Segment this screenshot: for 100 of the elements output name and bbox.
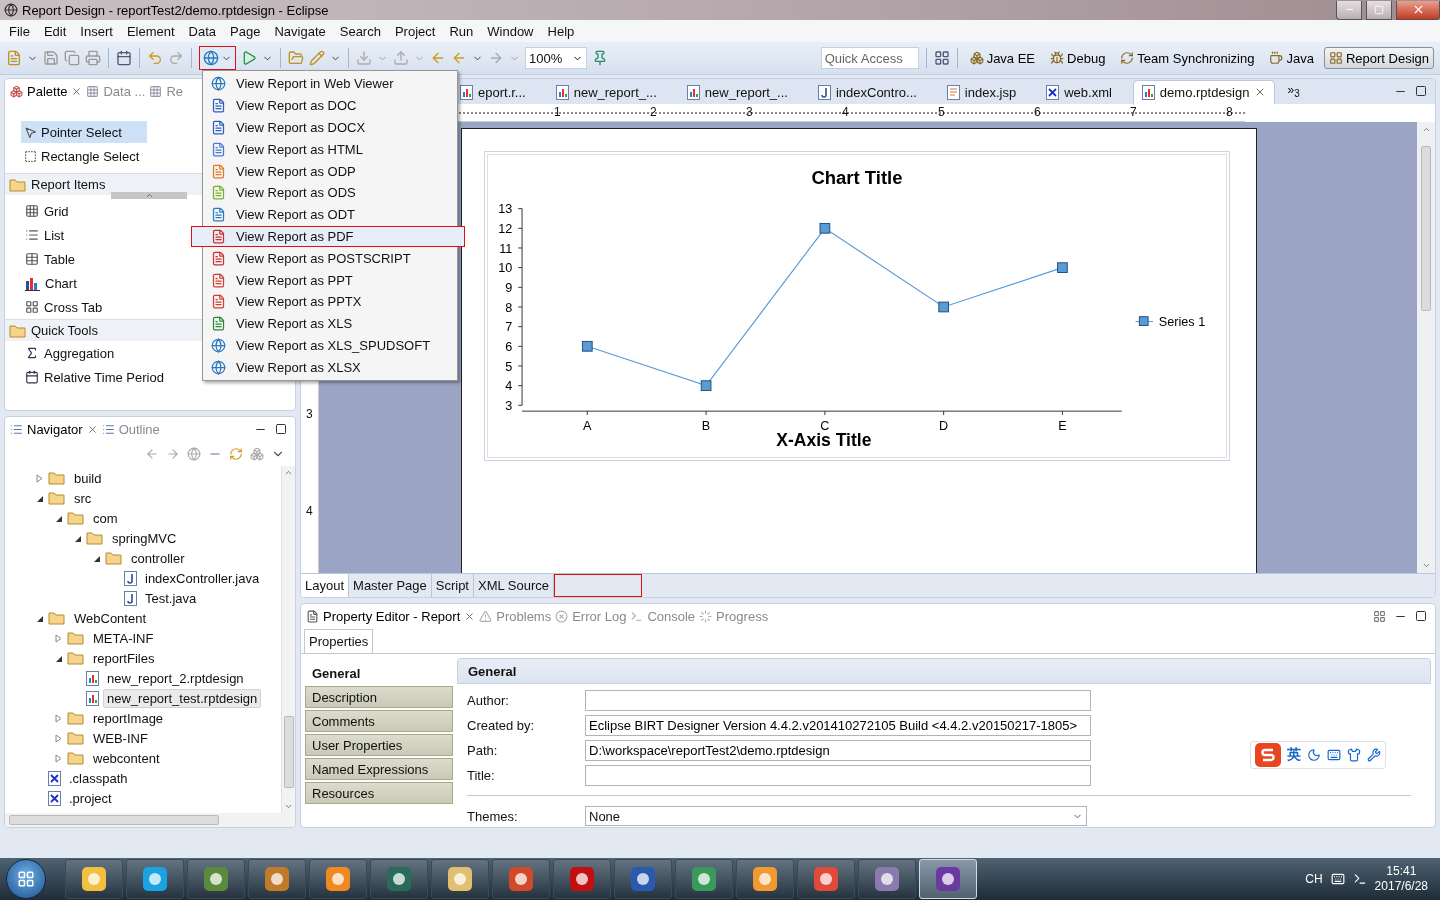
tree-item[interactable]: src bbox=[70, 488, 96, 508]
layout-icon[interactable] bbox=[1373, 610, 1386, 623]
back-icon[interactable] bbox=[145, 447, 159, 461]
editor-tab[interactable]: web.xml bbox=[1037, 79, 1121, 104]
editor-page-tab[interactable]: Layout bbox=[301, 574, 350, 597]
close-icon[interactable] bbox=[464, 611, 476, 622]
start-button[interactable] bbox=[6, 859, 46, 899]
tree-item[interactable]: META-INF bbox=[89, 628, 158, 648]
quick-access-field[interactable]: Quick Access bbox=[820, 47, 919, 69]
taskbar-app[interactable] bbox=[492, 859, 550, 899]
menu-item[interactable]: View Report as XLSX bbox=[205, 356, 455, 379]
menu-item[interactable]: Run bbox=[442, 23, 481, 39]
tree-item[interactable]: WEB-INF bbox=[89, 728, 152, 748]
editor-tab[interactable]: index.jsp bbox=[937, 79, 1026, 104]
menu-item[interactable]: View Report as DOCX bbox=[205, 116, 455, 139]
run-report-button[interactable] bbox=[199, 46, 236, 70]
tree-item[interactable]: controller bbox=[127, 548, 189, 568]
perspective-button[interactable]: Java bbox=[1264, 47, 1319, 69]
perspective-button[interactable]: Report Design bbox=[1323, 47, 1434, 69]
view-tab[interactable]: Error Log bbox=[553, 604, 629, 629]
category-item[interactable]: Comments bbox=[305, 710, 453, 732]
perspective-button[interactable]: Debug bbox=[1045, 47, 1111, 69]
menu-item[interactable]: File bbox=[2, 23, 37, 39]
taskbar-app[interactable] bbox=[187, 859, 245, 899]
taskbar-app[interactable] bbox=[736, 859, 794, 899]
view-tab[interactable]: Outline bbox=[99, 417, 162, 442]
menu-item[interactable]: Page bbox=[223, 23, 268, 39]
print-icon[interactable] bbox=[85, 50, 101, 66]
new-file-icon[interactable] bbox=[6, 50, 22, 66]
menu-item[interactable]: Window bbox=[480, 23, 541, 39]
close-icon[interactable] bbox=[86, 424, 98, 435]
menu-item[interactable]: Help bbox=[540, 23, 582, 39]
close-icon[interactable] bbox=[71, 86, 83, 97]
menu-item[interactable]: Element bbox=[119, 23, 182, 39]
maximize-icon[interactable] bbox=[1415, 85, 1427, 97]
close-button[interactable] bbox=[1396, 0, 1440, 20]
category-item[interactable]: User Properties bbox=[305, 734, 453, 756]
wrench-icon[interactable] bbox=[1367, 748, 1381, 762]
category-item[interactable]: Named Expressions bbox=[305, 758, 453, 780]
category-item[interactable]: Resources bbox=[305, 782, 453, 804]
tree-item[interactable]: springMVC bbox=[108, 528, 181, 548]
taskbar-app[interactable] bbox=[858, 859, 916, 899]
zoom-dropdown[interactable]: 100% bbox=[525, 47, 587, 69]
tree-item[interactable]: WebContent bbox=[70, 608, 151, 628]
menu-item[interactable]: Insert bbox=[73, 23, 120, 39]
tree-item[interactable]: reportFiles bbox=[89, 648, 159, 668]
tree-item[interactable]: indexController.java bbox=[141, 568, 264, 588]
palette-tool[interactable]: Pointer Select bbox=[21, 121, 147, 143]
maximize-icon[interactable] bbox=[1415, 610, 1427, 622]
editor-tab[interactable]: new_report_... bbox=[546, 79, 666, 104]
moon-icon[interactable] bbox=[1307, 748, 1321, 762]
forward-icon[interactable] bbox=[166, 447, 180, 461]
taskbar-app[interactable] bbox=[65, 859, 123, 899]
run-icon[interactable] bbox=[241, 50, 257, 66]
horizontal-scrollbar[interactable] bbox=[5, 813, 295, 827]
tab-overflow[interactable]: »$_{3}$ bbox=[1287, 83, 1300, 100]
taskbar-app[interactable] bbox=[248, 859, 306, 899]
pin-icon[interactable] bbox=[592, 50, 608, 66]
maximize-button[interactable] bbox=[1366, 0, 1392, 20]
tree-item[interactable]: new_report_test.rptdesign bbox=[103, 688, 262, 708]
taskbar-app[interactable] bbox=[431, 859, 489, 899]
palette-tool[interactable]: Rectangle Select bbox=[21, 145, 147, 167]
taskbar-app[interactable] bbox=[797, 859, 855, 899]
menu-item[interactable]: View Report as POSTSCRIPT bbox=[205, 247, 455, 270]
language-indicator[interactable]: CH bbox=[1305, 872, 1323, 886]
taskbar-app[interactable] bbox=[309, 859, 367, 899]
keyboard-icon[interactable] bbox=[1327, 748, 1341, 762]
tree-item[interactable]: build bbox=[70, 468, 106, 488]
perspective-button[interactable]: Team Synchronizing bbox=[1115, 47, 1260, 69]
save-icon[interactable] bbox=[43, 50, 59, 66]
tree-item[interactable]: Test.java bbox=[141, 588, 201, 608]
input-field[interactable]: D:\workspace\reportTest2\demo.rptdesign bbox=[585, 739, 1091, 761]
menu-item[interactable]: Project bbox=[387, 23, 443, 39]
shirt-icon[interactable] bbox=[1347, 748, 1361, 762]
minimize-button[interactable] bbox=[1336, 0, 1362, 20]
clock[interactable]: 15:41 2017/6/28 bbox=[1374, 864, 1428, 894]
scrollbar-thumb[interactable] bbox=[1421, 146, 1431, 311]
maximize-icon[interactable] bbox=[275, 423, 287, 435]
input-field[interactable]: Eclipse BIRT Designer Version 4.4.2.v201410272105 Build <4.4.2.v20150217-1805> bbox=[585, 714, 1091, 736]
tree-item[interactable]: webcontent bbox=[89, 748, 164, 768]
scrollbar[interactable] bbox=[281, 466, 295, 813]
menu-item[interactable]: Search bbox=[332, 23, 388, 39]
scrollbar-thumb[interactable] bbox=[283, 716, 294, 788]
menu-item[interactable]: Data bbox=[181, 23, 224, 39]
taskbar-app[interactable] bbox=[126, 859, 184, 899]
taskbar-app[interactable] bbox=[614, 859, 672, 899]
menu-item[interactable]: View Report as PDF bbox=[191, 225, 465, 248]
taskbar-app[interactable] bbox=[370, 859, 428, 899]
menu-item[interactable]: View Report as PPTX bbox=[205, 290, 455, 313]
themes-dropdown[interactable]: None bbox=[585, 806, 1087, 826]
tree-item[interactable]: new_report_2.rptdesign bbox=[103, 668, 248, 688]
editor-tab[interactable]: indexContro... bbox=[808, 79, 926, 104]
pen-icon[interactable] bbox=[309, 50, 325, 66]
tree-item[interactable]: reportImage bbox=[89, 708, 168, 728]
ime-mode[interactable]: 英 bbox=[1287, 746, 1301, 764]
ime-logo[interactable] bbox=[1255, 743, 1281, 767]
open-folder-icon[interactable] bbox=[288, 50, 304, 66]
menu-item[interactable]: Edit bbox=[36, 23, 74, 39]
tree-item[interactable]: .project bbox=[65, 788, 116, 808]
taskbar-app[interactable] bbox=[553, 859, 611, 899]
